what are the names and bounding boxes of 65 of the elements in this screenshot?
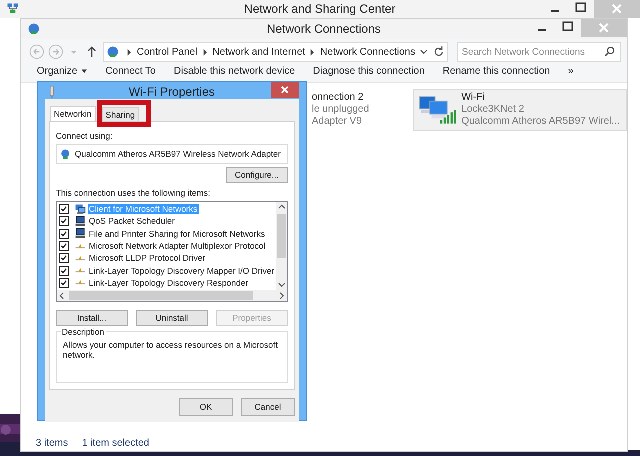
connection-name: Wi-Fi <box>462 92 486 104</box>
address-bar[interactable]: Control Panel Network and Internet Network Connections <box>103 42 448 62</box>
adapter-name: Qualcomm Atheros AR5B97 Wirel... <box>462 116 620 128</box>
overflow-chevron[interactable]: » <box>568 65 574 78</box>
checkbox[interactable] <box>59 204 69 214</box>
list-item[interactable]: File and Printer Sharing for Microsoft Networks <box>88 228 266 239</box>
computer-icon <box>75 216 86 227</box>
toolbar-command[interactable]: Diagnose this connection <box>313 65 425 78</box>
checkbox[interactable] <box>59 266 69 276</box>
connection-status: Locke3KNet 2 <box>462 104 526 116</box>
close-icon[interactable] <box>271 82 299 98</box>
list-item[interactable]: QoS Packet Scheduler <box>88 216 176 226</box>
connection-item[interactable]: Wi-Fi Locke3KNet 2 Qualcomm Atheros AR5B97 Wirel... <box>412 89 627 131</box>
list-label: This connection uses the following items: <box>56 188 212 198</box>
connection-item[interactable]: onnection 2 le unplugged Adapter V9 <box>311 89 405 131</box>
breadcrumb[interactable]: Control Panel <box>137 46 198 58</box>
list-item[interactable]: Microsoft Network Adapter Multiplexor Protocol <box>88 241 267 252</box>
window-title: Network and Sharing Center <box>244 2 396 16</box>
dialog-button[interactable]: Uninstall <box>136 310 208 326</box>
checkbox[interactable] <box>59 228 69 239</box>
dialog-button[interactable]: Cancel <box>241 398 295 416</box>
toolbar-command[interactable]: Connect To <box>106 65 156 78</box>
item-count: 3 items <box>36 438 68 448</box>
list-item[interactable]: Microsoft LLDP Protocol Driver <box>88 253 207 264</box>
connection-name: onnection 2 <box>312 92 365 104</box>
caret-icon[interactable] <box>420 48 428 56</box>
scroll-left-icon[interactable] <box>58 292 66 300</box>
dialog-title: Wi-Fi Properties <box>128 85 215 99</box>
tab[interactable]: Sharing <box>102 107 140 121</box>
checkbox[interactable] <box>59 216 69 226</box>
checkbox[interactable] <box>59 278 69 288</box>
adapter-name: Qualcomm Atheros AR5B97 Wireless Network Adapter <box>75 149 281 159</box>
scroll-down-icon[interactable] <box>278 281 286 290</box>
chevron-icon <box>127 48 132 56</box>
wireless-computers-icon <box>418 94 456 126</box>
tab[interactable]: Networkin <box>50 106 96 121</box>
toolbar-command[interactable]: Organize <box>37 65 88 78</box>
configure-button[interactable]: Configure... <box>226 167 288 183</box>
adapter-name: Adapter V9 <box>312 116 364 128</box>
dialog-button[interactable]: Install... <box>56 310 128 326</box>
scrollbar[interactable] <box>57 290 287 302</box>
selection-count: 1 item selected <box>82 438 150 448</box>
group-label: Description <box>61 327 106 338</box>
list-item[interactable]: Link-Layer Topology Discovery Responder <box>88 278 250 288</box>
scroll-up-icon[interactable] <box>278 203 286 211</box>
breadcrumb[interactable]: Network and Internet <box>212 46 306 58</box>
breadcrumb[interactable]: Network Connections <box>320 46 416 58</box>
computer-icon <box>75 228 86 240</box>
field-label: Connect using: <box>56 131 114 141</box>
toolbar-command[interactable]: Rename this connection <box>442 65 550 78</box>
window-title: Network Connections <box>266 22 382 36</box>
network-computer-icon <box>75 204 86 215</box>
scrollbar[interactable] <box>276 202 287 290</box>
chevron-icon <box>202 48 208 56</box>
scroll-right-icon[interactable] <box>278 292 286 300</box>
checkbox[interactable] <box>59 241 69 252</box>
adapter-icon <box>48 85 56 99</box>
search-field[interactable]: Search Network Connections <box>457 42 621 62</box>
checkbox[interactable] <box>59 253 69 264</box>
dialog-button[interactable]: OK <box>179 398 233 416</box>
list-item[interactable]: Link-Layer Topology Discovery Mapper I/O Driver <box>88 266 276 276</box>
description-text: Allows your computer to access resources on a Microsoft network. <box>63 340 279 360</box>
toolbar-command[interactable]: Disable this network device <box>174 65 296 78</box>
connection-status: le unplugged <box>312 104 370 116</box>
chevron-icon <box>310 48 316 56</box>
